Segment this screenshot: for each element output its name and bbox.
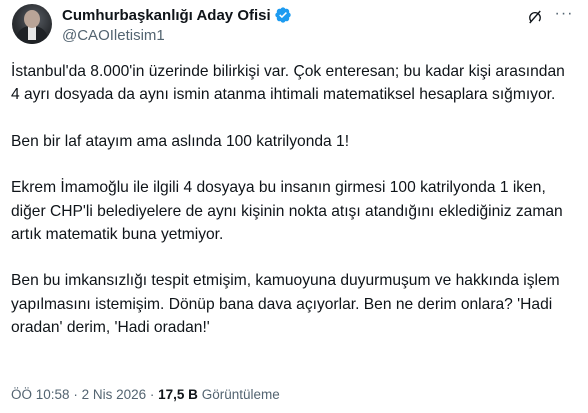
- tweet-meta: ÖÖ 10:58 · 2 Nis 2026 · 17,5 B Görüntüle…: [11, 387, 280, 402]
- meta-separator: ·: [149, 387, 155, 402]
- author-name[interactable]: Cumhurbaşkanlığı Aday Ofisi: [62, 7, 271, 24]
- author-name-row[interactable]: Cumhurbaşkanlığı Aday Ofisi: [62, 5, 292, 25]
- tweet-header: Cumhurbaşkanlığı Aday Ofisi @CAOIletisim…: [12, 4, 576, 48]
- meta-separator: ·: [73, 387, 78, 402]
- verified-badge-icon: [274, 7, 291, 23]
- view-count: 17,5 B: [158, 387, 198, 402]
- tweet-paragraph: İstanbul'da 8.000'in üzerinde bilirkişi …: [11, 63, 565, 104]
- tweet-time[interactable]: ÖÖ 10:58: [11, 387, 70, 402]
- view-label: Görüntüleme: [201, 387, 280, 402]
- avatar[interactable]: [12, 4, 52, 44]
- more-options-icon[interactable]: ···: [554, 6, 574, 24]
- grok-icon[interactable]: [526, 8, 544, 26]
- tweet-paragraph: Ben bu imkansızlığı tespit etmişim, kamu…: [11, 272, 560, 337]
- tweet-date[interactable]: 2 Nis 2026: [82, 387, 147, 402]
- tweet-paragraph: Ben bir laf atayım ama aslında 100 katri…: [11, 132, 350, 150]
- author-handle[interactable]: @CAOIletisim1: [62, 27, 165, 44]
- tweet-paragraph: Ekrem İmamoğlu ile ilgili 4 dosyaya bu i…: [11, 179, 563, 244]
- tweet-text: İstanbul'da 8.000'in üzerinde bilirkişi …: [11, 60, 577, 363]
